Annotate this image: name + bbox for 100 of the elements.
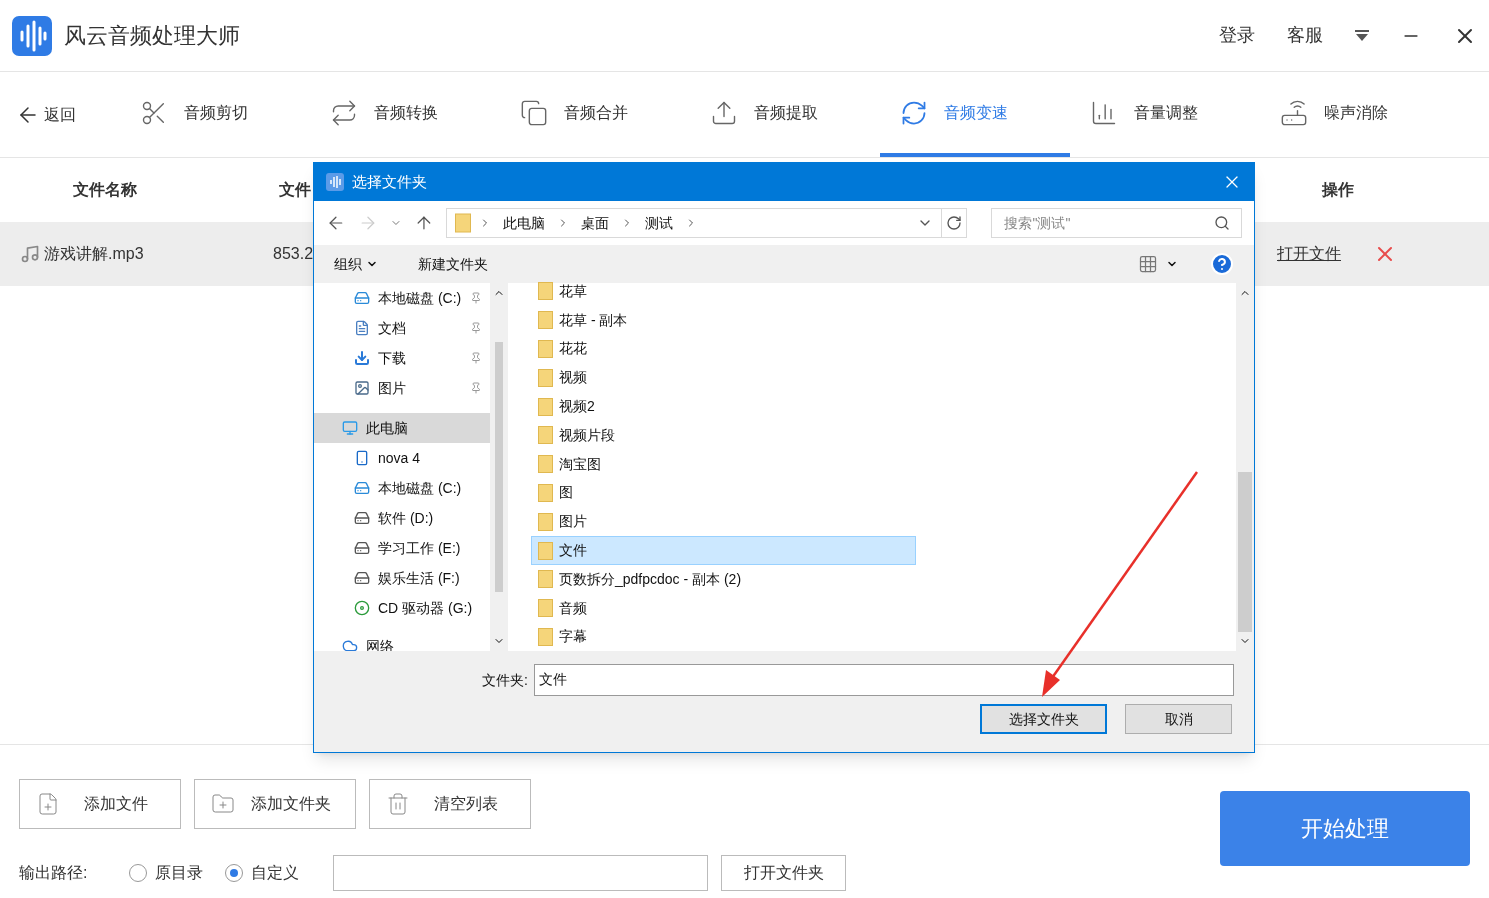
phone-icon (354, 450, 370, 466)
output-path-field[interactable] (333, 855, 708, 891)
folder-icon (538, 426, 553, 445)
tool-tab[interactable]: 音频变速 (880, 72, 1070, 157)
folder-icon (538, 311, 553, 330)
folder-item[interactable]: 淘宝图 (531, 449, 916, 479)
folder-icon (538, 627, 553, 646)
nav-item[interactable]: 此电脑 (314, 413, 490, 443)
tool-tab[interactable]: 音频合并 (500, 72, 690, 157)
network-icon (342, 638, 358, 651)
path-segment[interactable]: 测试 (640, 212, 677, 234)
nav-item[interactable]: 娱乐生活 (F:) (314, 563, 490, 593)
organize-menu[interactable]: 组织 (334, 253, 378, 275)
select-folder-button[interactable]: 选择文件夹 (980, 704, 1107, 734)
nav-item[interactable]: nova 4 (314, 443, 490, 473)
folder-item[interactable]: 文件 (531, 536, 916, 565)
nav-item[interactable]: 本地磁盘 (C:) (314, 283, 490, 313)
address-bar[interactable]: 此电脑 桌面 测试 (445, 208, 968, 238)
app-title: 风云音频处理大师 (64, 22, 240, 50)
folder-item[interactable]: 视频 (531, 363, 916, 393)
nav-item[interactable]: 下载 (314, 343, 490, 373)
header-link[interactable]: 登录 (1219, 22, 1255, 49)
dropdown-icon[interactable] (1355, 29, 1369, 42)
column-header: 文件名称 (73, 180, 138, 200)
help-icon[interactable] (1210, 252, 1234, 276)
music-file-icon (20, 244, 40, 264)
folder-icon (538, 397, 553, 416)
cancel-button[interactable]: 取消 (1125, 704, 1232, 734)
trash-icon (386, 792, 410, 816)
start-button[interactable]: 开始处理 (1220, 791, 1470, 866)
tool-tab[interactable]: 音频转换 (310, 72, 500, 157)
table-cell-text: 游戏讲解.mp3 (44, 244, 145, 264)
folder-icon (538, 282, 553, 301)
folder-item[interactable]: 视频2 (531, 392, 916, 421)
folder-name-field[interactable]: 文件 (534, 664, 1234, 696)
open-file-link[interactable]: 打开文件 (1277, 242, 1341, 266)
nav-item[interactable]: 图片 (314, 373, 490, 403)
drive-icon (354, 570, 370, 586)
path-segment[interactable]: 此电脑 (498, 212, 549, 234)
view-icon[interactable] (1138, 254, 1158, 274)
refresh-icon[interactable] (946, 215, 963, 231)
search-field[interactable]: 搜索"测试" (991, 208, 1242, 238)
folder-icon (538, 599, 553, 618)
back-button[interactable]: 返回 (16, 72, 76, 157)
folder-item[interactable]: 视频片段 (531, 421, 916, 450)
folder-item[interactable]: 字幕 (531, 622, 916, 651)
picture-icon (354, 380, 370, 396)
nav-item[interactable]: 学习工作 (E:) (314, 533, 490, 563)
new-folder-button[interactable]: 新建文件夹 (418, 253, 488, 275)
folder-icon (538, 570, 553, 589)
folder-icon (454, 213, 471, 233)
folder-icon (538, 541, 553, 560)
folder-add-icon (211, 792, 235, 816)
folder-item[interactable]: 花草 (531, 277, 916, 306)
pin-icon (470, 322, 482, 334)
nav-item[interactable]: 文档 (314, 313, 490, 343)
app-logo-icon (326, 173, 344, 191)
folder-item[interactable]: 图片 (531, 507, 916, 537)
computer-icon (342, 420, 358, 436)
search-icon (1214, 215, 1230, 231)
file-add-icon (36, 792, 60, 816)
convert-icon (330, 98, 358, 127)
action-button[interactable]: 添加文件夹 (194, 779, 356, 829)
drive-icon (354, 510, 370, 526)
folder-item[interactable]: 花花 (531, 334, 916, 364)
action-button[interactable]: 清空列表 (369, 779, 531, 829)
action-button[interactable]: 添加文件 (19, 779, 181, 829)
folder-icon (538, 512, 553, 531)
folder-item[interactable]: 页数拆分_pdfpcdoc - 副本 (2) (531, 564, 916, 594)
path-segment[interactable]: 桌面 (576, 212, 613, 234)
radio-option[interactable]: 自定义 (225, 861, 299, 885)
nav-item[interactable]: CD 驱动器 (G:) (314, 593, 490, 623)
folder-item[interactable]: 花草 - 副本 (531, 305, 916, 335)
document-icon (354, 320, 370, 336)
tool-tab[interactable]: 音频剪切 (120, 72, 310, 157)
drive-icon (354, 480, 370, 496)
drive-icon (354, 290, 370, 306)
pin-icon (470, 292, 482, 304)
folder-icon (538, 483, 553, 502)
folder-item[interactable]: 音频 (531, 593, 916, 623)
header-link[interactable]: 客服 (1287, 22, 1323, 49)
open-folder-button[interactable]: 打开文件夹 (721, 855, 846, 891)
disc-icon (354, 600, 370, 616)
folder-icon (538, 455, 553, 474)
folder-icon (538, 368, 553, 387)
dialog-title: 选择文件夹 (352, 171, 427, 192)
pin-icon (470, 382, 482, 394)
nav-item[interactable]: 软件 (D:) (314, 503, 490, 533)
tool-tab[interactable]: 噪声消除 (1260, 72, 1450, 157)
folder-item[interactable]: 图 (531, 478, 916, 508)
radio-option[interactable]: 原目录 (129, 861, 203, 885)
column-header: 文件 (279, 180, 311, 200)
app-logo-icon (12, 15, 52, 56)
tool-tab[interactable]: 音量调整 (1070, 72, 1260, 157)
nav-item[interactable]: 本地磁盘 (C:) (314, 473, 490, 503)
pin-icon (470, 352, 482, 364)
download-icon (354, 350, 370, 366)
tool-tab[interactable]: 音频提取 (690, 72, 880, 157)
merge-icon (520, 98, 548, 127)
output-path-label: 输出路径: (19, 863, 89, 883)
